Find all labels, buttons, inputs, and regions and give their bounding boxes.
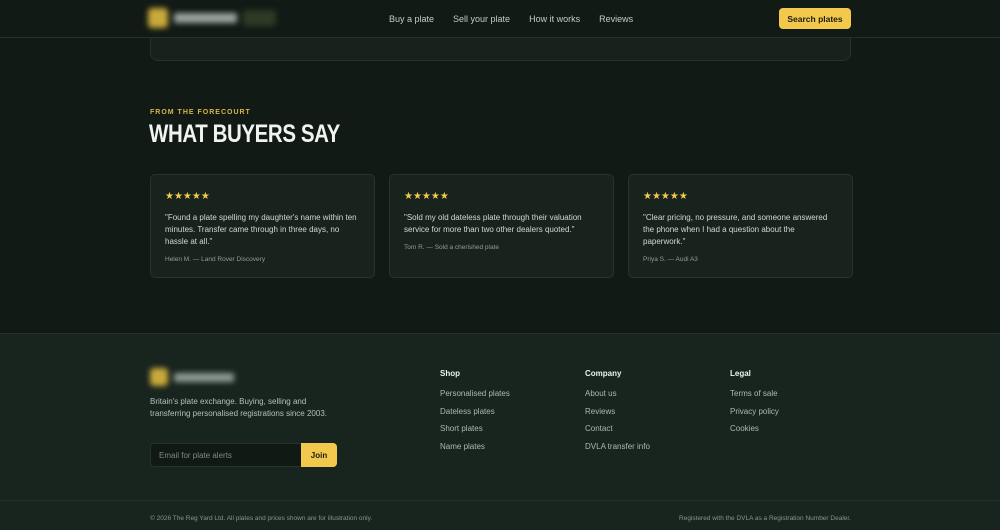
footer-link-short-plates[interactable]: Short plates: [440, 424, 510, 434]
review-quote: "Clear pricing, no pressure, and someone…: [643, 213, 828, 246]
nav-link-buy[interactable]: Buy a plate: [389, 14, 434, 24]
footer-link-about-us[interactable]: About us: [585, 389, 650, 399]
top-nav: Buy a plate Sell your plate How it works…: [0, 0, 1000, 38]
footer-link-personalised-plates[interactable]: Personalised plates: [440, 389, 510, 399]
footer-description: Britain's plate exchange. Buying, sellin…: [150, 397, 327, 418]
review-card: ★★★★★ "Clear pricing, no pressure, and s…: [628, 174, 853, 278]
review-quote: "Found a plate spelling my daughter's na…: [165, 213, 357, 246]
reviews-list: ★★★★★ "Found a plate spelling my daughte…: [150, 174, 853, 278]
search-plates-button[interactable]: Search plates: [779, 8, 851, 29]
nav-links: Buy a plate Sell your plate How it works…: [389, 0, 633, 38]
footer-column-heading: Company: [585, 369, 622, 378]
review-quote: "Sold my old dateless plate through thei…: [404, 213, 582, 234]
dvla-registration-text: Registered with the DVLA as a Registrati…: [679, 515, 851, 522]
review-author: Tom R. — Sold a cherished plate: [404, 244, 500, 251]
footer-divider: [0, 500, 1000, 501]
footer-link-cookies[interactable]: Cookies: [730, 424, 779, 434]
logo-mark-icon: [150, 368, 168, 386]
footer-column-heading: Legal: [730, 369, 751, 378]
review-author: Priya S. — Audi A3: [643, 256, 698, 263]
logo-wordmark: [173, 13, 237, 23]
review-card: ★★★★★ "Sold my old dateless plate throug…: [389, 174, 614, 278]
logo-decoration: [242, 10, 276, 26]
plate-alerts-email-input[interactable]: [150, 443, 301, 467]
footer-link-reviews[interactable]: Reviews: [585, 407, 650, 417]
footer-column-shop: Shop Personalised plates Dateless plates…: [440, 369, 510, 460]
footer-column-heading: Shop: [440, 369, 460, 378]
star-rating-icon: ★★★★★: [404, 191, 449, 202]
copyright-text: © 2026 The Reg Yard Ltd. All plates and …: [150, 515, 373, 522]
star-rating-icon: ★★★★★: [165, 191, 210, 202]
footer-logo[interactable]: [150, 367, 240, 387]
footer-link-name-plates[interactable]: Name plates: [440, 442, 510, 452]
section-title: WHAT BUYERS SAY: [149, 120, 340, 148]
footer-link-dateless-plates[interactable]: Dateless plates: [440, 407, 510, 417]
nav-link-how-it-works[interactable]: How it works: [529, 14, 580, 24]
footer-link-terms-of-sale[interactable]: Terms of sale: [730, 389, 779, 399]
brand-logo[interactable]: [148, 6, 276, 30]
review-author: Helen M. — Land Rover Discovery: [165, 256, 266, 263]
footer-link-privacy-policy[interactable]: Privacy policy: [730, 407, 779, 417]
section-eyebrow: FROM THE FORECOURT: [150, 109, 251, 116]
nav-link-reviews[interactable]: Reviews: [599, 14, 633, 24]
star-rating-icon: ★★★★★: [643, 191, 688, 202]
logo-mark-icon: [148, 8, 168, 28]
footer-link-contact[interactable]: Contact: [585, 424, 650, 434]
nav-link-sell[interactable]: Sell your plate: [453, 14, 510, 24]
footer-link-dvla-transfer-info[interactable]: DVLA transfer info: [585, 442, 650, 452]
footer-column-legal: Legal Terms of sale Privacy policy Cooki…: [730, 369, 779, 443]
review-card: ★★★★★ "Found a plate spelling my daughte…: [150, 174, 375, 278]
footer-column-company: Company About us Reviews Contact DVLA tr…: [585, 369, 650, 460]
logo-wordmark: [174, 372, 234, 382]
join-button[interactable]: Join: [301, 443, 337, 467]
